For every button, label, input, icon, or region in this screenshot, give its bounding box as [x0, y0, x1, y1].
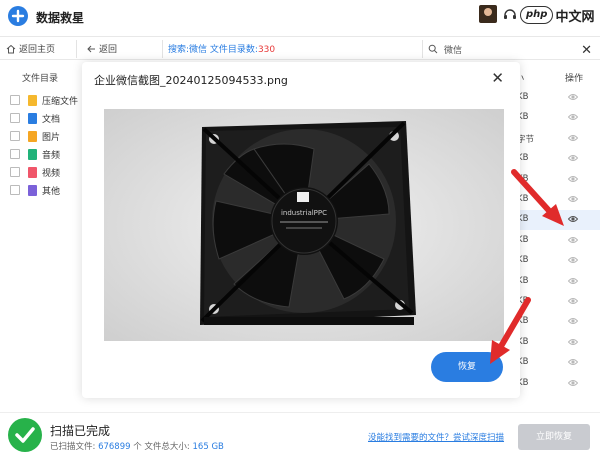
app-logo-icon: [8, 6, 28, 26]
preview-eye-icon[interactable]: [568, 358, 578, 366]
title-bar: 数据救星 php 中文网: [0, 0, 600, 34]
preview-eye-icon[interactable]: [568, 93, 578, 101]
sidebar-item-documents[interactable]: 文档: [10, 110, 60, 126]
red-arrow-annotation-icon: [511, 169, 564, 226]
checkbox[interactable]: [10, 185, 20, 195]
preview-eye-icon[interactable]: [568, 175, 578, 183]
search-summary-text: 搜索:微信 文件目录数:: [168, 45, 258, 55]
brand-watermark: php 中文网: [520, 4, 594, 26]
preview-eye-icon[interactable]: [568, 277, 578, 285]
sidebar-item-label: 视频: [42, 168, 61, 179]
checkbox[interactable]: [10, 113, 20, 123]
preview-dialog: 企业微信截图_20240125094533.png ✕ industrialPP…: [82, 62, 520, 398]
checkbox[interactable]: [10, 131, 20, 141]
sidebar-item-label: 文档: [42, 114, 61, 125]
sidebar-item-video[interactable]: 视频: [10, 164, 60, 180]
instant-restore-button[interactable]: 立即恢复: [518, 424, 590, 450]
checkbox[interactable]: [10, 167, 20, 177]
checkbox[interactable]: [10, 149, 20, 159]
sidebar-item-label: 压缩文件: [42, 96, 79, 107]
brand-text: 中文网: [555, 9, 595, 25]
preview-eye-icon[interactable]: [568, 256, 578, 264]
red-arrow-annotation-icon: [490, 297, 531, 364]
back-button-label: 返回: [99, 45, 118, 55]
headset-icon[interactable]: [503, 7, 517, 21]
preview-eye-icon[interactable]: [568, 154, 578, 162]
scan-summary: 已扫描文件: 676899 个 文件总大小: 165 GB: [50, 440, 224, 452]
toolbar: 返回主页 返回 搜索:微信 文件目录数:330 ✕: [0, 36, 600, 60]
checkbox[interactable]: [10, 95, 20, 105]
back-arrow-icon: [87, 45, 95, 52]
home-button-label: 返回主页: [19, 45, 56, 55]
sidebar-item-label: 音频: [42, 150, 61, 161]
preview-eye-icon[interactable]: [568, 215, 578, 223]
brand-badge: php: [520, 6, 554, 24]
sidebar-item-archives[interactable]: 压缩文件: [10, 92, 78, 108]
document-icon: [28, 112, 37, 124]
preview-eye-icon[interactable]: [568, 317, 578, 325]
app-title: 数据救星: [36, 11, 85, 25]
avatar[interactable]: [479, 5, 497, 23]
sidebar-item-label: 其他: [42, 186, 61, 197]
check-circle-icon: [8, 418, 42, 452]
search-box[interactable]: ✕: [428, 40, 596, 58]
close-icon[interactable]: ✕: [491, 69, 504, 87]
preview-eye-icon[interactable]: [568, 297, 578, 305]
background-file-row: [160, 404, 460, 412]
home-icon: [6, 44, 16, 53]
clear-search-icon[interactable]: ✕: [581, 43, 592, 58]
search-summary: 搜索:微信 文件目录数:330: [168, 42, 275, 55]
preview-eye-icon[interactable]: [568, 113, 578, 121]
preview-dialog-title: 企业微信截图_20240125094533.png: [94, 74, 288, 87]
sidebar-item-audio[interactable]: 音频: [10, 146, 60, 162]
preview-eye-icon[interactable]: [568, 195, 578, 203]
column-header-actions: 操作: [565, 74, 584, 84]
status-bar: 扫描已完成 已扫描文件: 676899 个 文件总大小: 165 GB 没能找到…: [0, 412, 600, 459]
search-icon: [428, 44, 438, 54]
preview-eye-icon[interactable]: [568, 379, 578, 387]
scanned-count: 676899: [98, 442, 131, 452]
directory-count: 330: [257, 45, 276, 55]
scan-status-title: 扫描已完成: [50, 424, 111, 438]
scanned-label: 已扫描文件:: [50, 442, 96, 452]
sidebar-item-other[interactable]: 其他: [10, 182, 60, 198]
preview-eye-icon[interactable]: [568, 236, 578, 244]
sidebar: 文件目录 压缩文件 文档 图片 音频 视频 其他: [0, 62, 82, 402]
deep-scan-link[interactable]: 没能找到需要的文件？尝试深度扫描: [368, 431, 504, 443]
sidebar-title: 文件目录: [22, 74, 59, 84]
sidebar-item-images[interactable]: 图片: [10, 128, 60, 144]
preview-eye-icon[interactable]: [568, 134, 578, 142]
other-icon: [28, 184, 37, 196]
total-size: 165 GB: [192, 442, 224, 452]
audio-icon: [28, 148, 37, 160]
folder-icon: [28, 94, 37, 106]
toolbar-divider: [162, 40, 163, 58]
home-button[interactable]: 返回主页: [6, 42, 55, 55]
video-icon: [28, 166, 37, 178]
scanned-unit: 个 文件总大小:: [133, 442, 190, 452]
fan-label: industrialPPC: [281, 209, 327, 217]
fan-photo: industrialPPC: [104, 109, 504, 341]
image-preview: industrialPPC: [104, 109, 504, 341]
search-input[interactable]: [444, 44, 564, 54]
preview-eye-icon[interactable]: [568, 338, 578, 346]
image-icon: [28, 130, 37, 142]
toolbar-divider: [76, 40, 77, 58]
toolbar-divider: [422, 40, 423, 58]
back-button[interactable]: 返回: [86, 42, 117, 55]
sidebar-item-label: 图片: [42, 132, 61, 143]
